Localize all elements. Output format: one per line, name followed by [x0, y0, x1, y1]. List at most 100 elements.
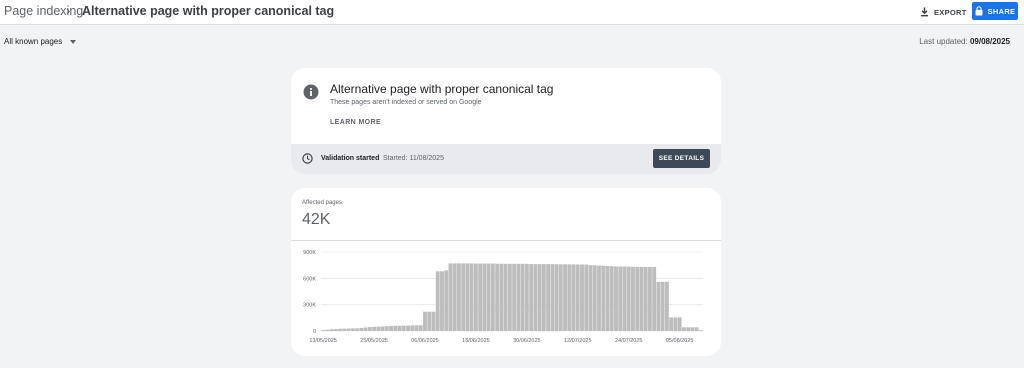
chart-bar[interactable]: [452, 263, 457, 331]
chart-bar[interactable]: [478, 263, 483, 331]
chart-bar[interactable]: [448, 263, 453, 331]
chart-bar[interactable]: [563, 264, 567, 331]
breadcrumb-page-indexing[interactable]: Page indexing: [4, 4, 83, 18]
chart-bar[interactable]: [397, 325, 402, 331]
chart-bar[interactable]: [503, 263, 508, 331]
chart-bar[interactable]: [698, 330, 703, 331]
chart-bar[interactable]: [635, 266, 640, 331]
chart-bar[interactable]: [418, 325, 423, 331]
chart-bar[interactable]: [465, 263, 470, 331]
chart-bar[interactable]: [321, 330, 326, 331]
chart-bar[interactable]: [631, 266, 635, 331]
chart-bar[interactable]: [486, 263, 491, 331]
chart-bar[interactable]: [686, 327, 691, 331]
chart-bar[interactable]: [393, 325, 398, 331]
chart-bar[interactable]: [423, 311, 427, 331]
chart-bar[interactable]: [614, 266, 618, 331]
chart-bar[interactable]: [541, 264, 546, 331]
chart-bar[interactable]: [533, 264, 538, 331]
affected-pages-value: 42K: [302, 211, 331, 228]
chart-bar[interactable]: [325, 329, 330, 331]
chart-bar[interactable]: [469, 263, 474, 331]
chart-bar[interactable]: [520, 263, 525, 331]
chart-bar[interactable]: [609, 266, 614, 331]
chart-bar[interactable]: [414, 325, 419, 331]
chart-bar[interactable]: [580, 264, 584, 331]
chart-bar[interactable]: [643, 266, 648, 331]
chart-bar[interactable]: [495, 263, 500, 331]
chart-bar[interactable]: [524, 263, 529, 331]
chart-bar[interactable]: [669, 317, 674, 331]
chart-bar[interactable]: [660, 281, 665, 331]
chart-bar[interactable]: [550, 264, 555, 331]
chart-bar[interactable]: [359, 327, 364, 331]
chart-bar[interactable]: [406, 325, 410, 331]
chart-bar[interactable]: [601, 265, 606, 331]
chart-bar[interactable]: [376, 326, 381, 331]
chart-bar[interactable]: [575, 264, 580, 331]
chart-bar[interactable]: [512, 263, 517, 331]
chart-bar[interactable]: [355, 328, 359, 331]
chart-bar[interactable]: [665, 281, 669, 331]
chart-bar[interactable]: [372, 326, 376, 331]
chart-bar[interactable]: [694, 327, 699, 331]
chart-bar[interactable]: [648, 266, 652, 331]
chart-bar[interactable]: [592, 265, 597, 331]
export-button[interactable]: EXPORT: [920, 4, 967, 20]
chart-bar[interactable]: [554, 264, 559, 331]
chart-bar[interactable]: [597, 265, 601, 331]
chart-bar[interactable]: [652, 266, 657, 331]
chart-bar[interactable]: [605, 266, 610, 331]
chart-bar[interactable]: [342, 328, 347, 331]
chart-bar[interactable]: [507, 263, 512, 331]
chart-bar[interactable]: [363, 327, 368, 331]
chart-bar[interactable]: [558, 264, 563, 331]
breadcrumb-chevron-icon: ›: [66, 3, 71, 18]
chart-bar[interactable]: [350, 328, 355, 331]
chart-bar[interactable]: [618, 266, 623, 331]
chart-bar[interactable]: [681, 327, 686, 331]
chart-bar[interactable]: [622, 266, 627, 331]
chart-bar[interactable]: [571, 264, 576, 331]
chart-bar[interactable]: [673, 317, 678, 331]
learn-more-link[interactable]: LEARN MORE: [330, 119, 381, 126]
chart-bar[interactable]: [482, 263, 487, 331]
chart-bar[interactable]: [690, 327, 695, 331]
chart-bar[interactable]: [389, 325, 393, 331]
chart-bar[interactable]: [444, 270, 449, 331]
chart-bar[interactable]: [431, 311, 436, 331]
chart-bar[interactable]: [329, 329, 334, 331]
chart-bar[interactable]: [440, 271, 444, 331]
chart-bar[interactable]: [461, 263, 466, 331]
chart-bar[interactable]: [584, 264, 589, 331]
chart-bar[interactable]: [516, 263, 521, 331]
chart-bar[interactable]: [529, 264, 534, 331]
share-button[interactable]: SHARE: [972, 2, 1018, 20]
chart-bar[interactable]: [677, 317, 682, 331]
chart-bar[interactable]: [474, 263, 478, 331]
chart-bar[interactable]: [346, 328, 351, 331]
chart-bar[interactable]: [656, 281, 661, 331]
page-filter-dropdown[interactable]: All known pages: [4, 37, 77, 46]
see-details-button[interactable]: SEE DETAILS: [653, 149, 710, 168]
chart-bar[interactable]: [588, 265, 593, 331]
download-icon: [921, 7, 928, 17]
chart-bar[interactable]: [546, 264, 550, 331]
chart-bar[interactable]: [333, 329, 338, 331]
chart-bar[interactable]: [639, 266, 644, 331]
chart-bar[interactable]: [537, 264, 542, 331]
affected-pages-chart: 900K 600K 300K 0 13/05/2025 25/05/2025 06/06/2…: [303, 250, 703, 344]
chart-bar[interactable]: [380, 326, 385, 331]
chart-bar[interactable]: [384, 326, 389, 331]
chart-bar[interactable]: [427, 311, 432, 331]
chart-bar[interactable]: [367, 327, 372, 331]
chart-bar[interactable]: [338, 328, 343, 331]
chart-bar[interactable]: [410, 325, 415, 331]
chart-bar[interactable]: [490, 263, 495, 331]
chart-bar[interactable]: [457, 263, 461, 331]
chart-bar[interactable]: [435, 271, 440, 331]
chart-bar[interactable]: [567, 264, 572, 331]
chart-bar[interactable]: [401, 325, 406, 331]
chart-bar[interactable]: [499, 263, 504, 331]
chart-bar[interactable]: [626, 266, 631, 331]
